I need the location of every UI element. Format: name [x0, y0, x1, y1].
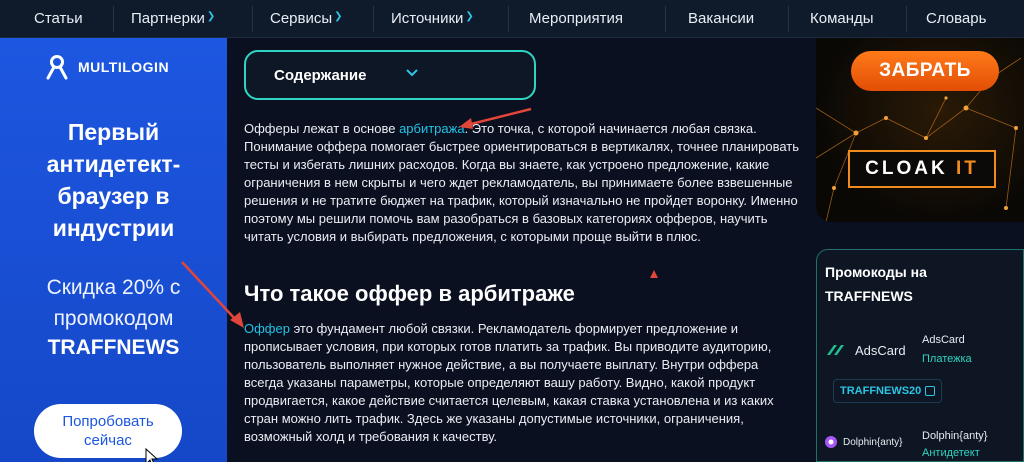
- promo-code-chip[interactable]: TRAFFNEWS20: [833, 379, 943, 403]
- adscard-logo-icon: [827, 345, 844, 355]
- ad-headline: Первый антидетект- браузер в индустрии: [46, 119, 181, 241]
- table-of-contents-toggle[interactable]: Содержание: [244, 50, 536, 100]
- nav-divider: [113, 6, 114, 32]
- nav-item-partners[interactable]: Партнерки ❯: [131, 10, 215, 27]
- nav-item-glossary[interactable]: Словарь: [926, 10, 986, 27]
- promo-brand-category[interactable]: Платежка: [922, 353, 972, 365]
- nav-divider: [906, 6, 907, 32]
- article-paragraph: Оффер это фундамент любой связки. Реклам…: [244, 321, 774, 444]
- chevron-down-icon: ❯: [334, 11, 343, 22]
- grab-offer-button[interactable]: ЗАБРАТЬ: [851, 51, 999, 91]
- promo-brand-name: AdsCard: [922, 334, 965, 346]
- nav-item-vacancies[interactable]: Вакансии: [688, 10, 754, 27]
- multilogin-banner-ad[interactable]: MULTILOGIN Первый антидетект- браузер в …: [0, 38, 227, 462]
- ad-discount-text: Скидка 20% с промокодом: [46, 276, 181, 330]
- toc-label: Содержание: [274, 66, 367, 84]
- nav-divider: [252, 6, 253, 32]
- promo-brand-category[interactable]: Антидетект: [922, 447, 980, 459]
- promo-panel-title: Промокоды на TRAFFNEWS: [825, 264, 927, 304]
- offer-link[interactable]: Оффер: [244, 321, 290, 336]
- chevron-down-icon: ❯: [206, 11, 216, 22]
- nav-item-sources[interactable]: Источники ❯: [391, 10, 474, 27]
- multilogin-logo: MULTILOGIN: [44, 54, 169, 80]
- article-paragraph: Офферы лежат в основе арбитража. Это точ…: [244, 121, 799, 244]
- arbitrage-link[interactable]: арбитража: [399, 121, 465, 136]
- dolphin-logo[interactable]: Dolphin{anty}: [825, 436, 903, 448]
- promo-brand-name: Dolphin{anty}: [922, 430, 988, 442]
- dolphin-logo-icon: [825, 436, 837, 448]
- top-navigation: Статьи Партнерки ❯ Сервисы ❯ Источники ❯ Ме…: [0, 0, 1024, 38]
- cloakit-logo: CLOAK IT: [848, 150, 996, 188]
- nav-item-teams[interactable]: Команды: [810, 10, 874, 27]
- section-heading: Что такое оффер в арбитраже: [244, 281, 575, 306]
- ad-promo-code: TRAFFNEWS: [47, 336, 180, 359]
- nav-item-articles[interactable]: Статьи: [34, 10, 83, 27]
- promo-codes-panel: Промокоды на TRAFFNEWS AdsCard AdsCard П…: [816, 249, 1024, 462]
- small-marker-icon: [650, 270, 658, 278]
- nav-divider: [373, 6, 374, 32]
- adscard-logo[interactable]: AdsCard: [825, 342, 906, 358]
- chevron-down-icon: ❯: [465, 11, 474, 22]
- nav-divider: [788, 6, 789, 32]
- mouse-cursor-icon: [145, 448, 159, 462]
- nav-item-events[interactable]: Мероприятия: [529, 10, 623, 27]
- cloakit-banner-ad[interactable]: ЗАБРАТЬ CLOAK IT: [816, 38, 1024, 222]
- multilogin-logo-icon: [46, 55, 68, 80]
- try-now-button[interactable]: Попробовать сейчас: [34, 404, 182, 458]
- chevron-down-icon: [406, 66, 418, 80]
- logo-text: MULTILOGIN: [78, 59, 170, 75]
- nav-divider: [508, 6, 509, 32]
- copy-icon: [925, 386, 936, 396]
- nav-item-services[interactable]: Сервисы ❯: [270, 10, 343, 27]
- nav-divider: [665, 6, 666, 32]
